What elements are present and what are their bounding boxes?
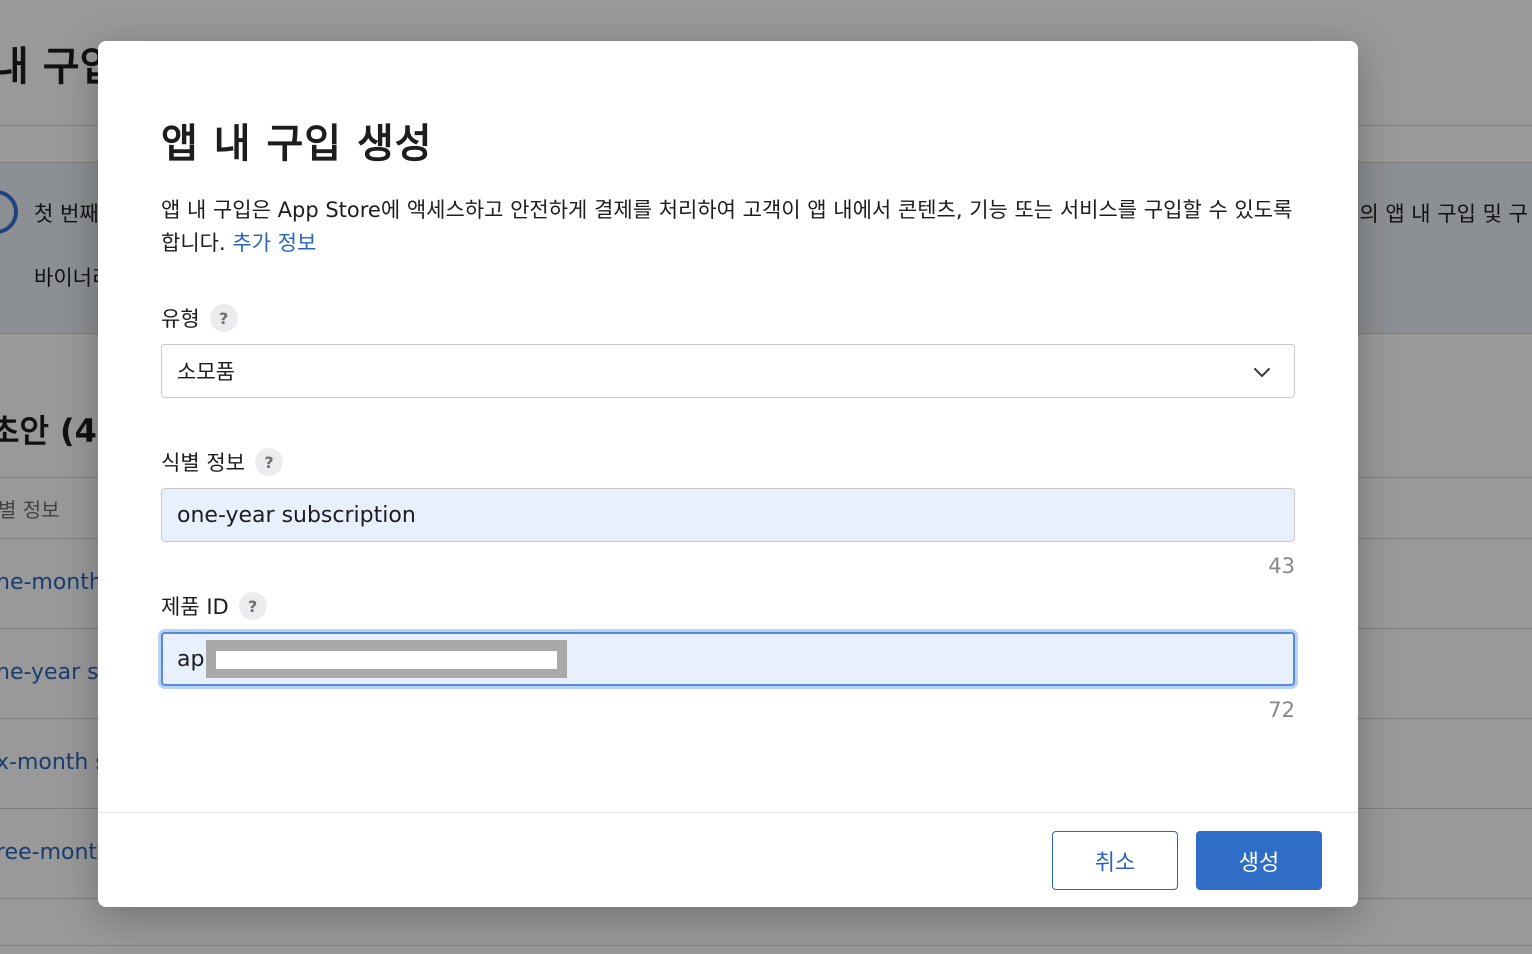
dialog-title: 앱 내 구입 생성 bbox=[161, 121, 433, 167]
description-text: 앱 내 구입은 App Store에 액세스하고 안전하게 결제를 처리하여 고… bbox=[161, 198, 1293, 255]
reference-name-char-counter: 43 bbox=[1268, 554, 1295, 578]
create-in-app-purchase-dialog: 앱 내 구입 생성 앱 내 구입은 App Store에 액세스하고 안전하게 … bbox=[98, 41, 1358, 907]
type-field-label: 유형 ? bbox=[161, 303, 238, 333]
reference-name-label: 식별 정보 bbox=[161, 451, 245, 475]
product-id-field-label: 제품 ID ? bbox=[161, 591, 267, 621]
product-id-input[interactable]: ap bbox=[161, 632, 1295, 686]
product-id-label: 제품 ID bbox=[161, 595, 229, 619]
cancel-button[interactable]: 취소 bbox=[1052, 831, 1178, 890]
type-label: 유형 bbox=[161, 307, 200, 331]
type-select[interactable]: 소모품 bbox=[161, 344, 1295, 398]
dialog-footer-divider bbox=[98, 812, 1358, 813]
redacted-block bbox=[206, 640, 568, 678]
product-id-char-counter: 72 bbox=[1268, 698, 1295, 722]
create-button[interactable]: 생성 bbox=[1196, 831, 1322, 890]
reference-name-value: one-year subscription bbox=[177, 502, 416, 528]
help-icon[interactable]: ? bbox=[254, 448, 283, 476]
dialog-description: 앱 내 구입은 App Store에 액세스하고 안전하게 결제를 처리하여 고… bbox=[161, 194, 1301, 260]
reference-name-input[interactable]: one-year subscription bbox=[161, 488, 1295, 542]
help-icon[interactable]: ? bbox=[209, 304, 238, 332]
more-info-link[interactable]: 추가 정보 bbox=[232, 231, 316, 255]
product-id-value: ap bbox=[177, 646, 205, 672]
reference-name-field-label: 식별 정보 ? bbox=[161, 447, 283, 477]
type-select-value: 소모품 bbox=[177, 360, 235, 384]
chevron-down-icon bbox=[1254, 368, 1270, 377]
help-icon[interactable]: ? bbox=[238, 592, 267, 620]
